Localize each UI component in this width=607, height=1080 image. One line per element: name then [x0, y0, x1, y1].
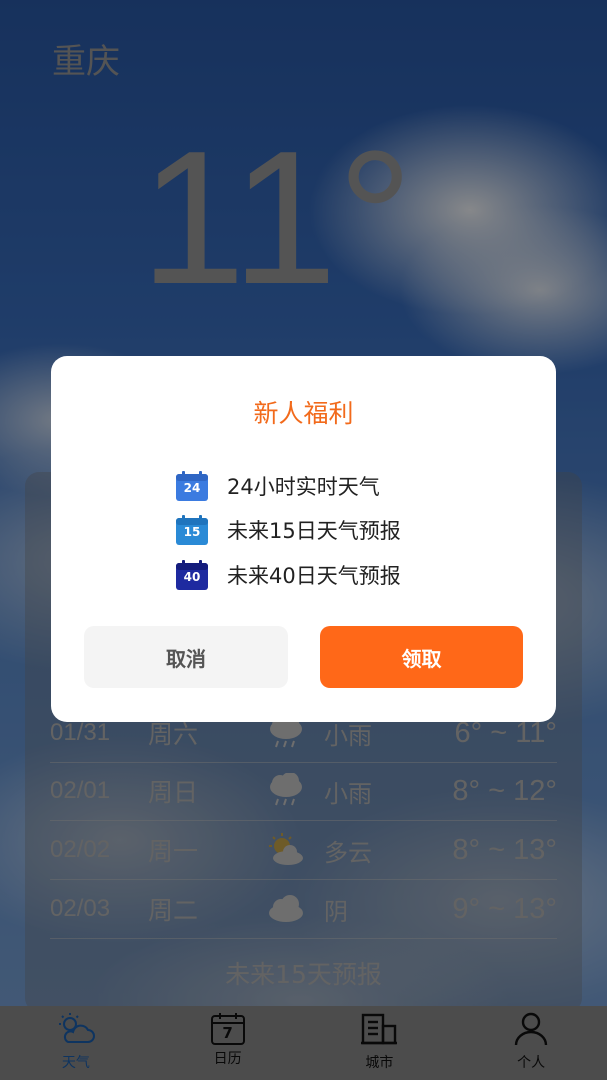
calendar-badge-icon: 40: [175, 559, 209, 591]
calendar-badge-icon: 15: [175, 514, 209, 546]
badge-number: 40: [183, 570, 201, 584]
badge-number: 15: [183, 525, 201, 539]
feature-item: 24 24小时实时天气: [175, 470, 380, 502]
dialog-title: 新人福利: [253, 399, 354, 428]
feature-text: 未来15日天气预报: [227, 519, 401, 543]
cancel-button[interactable]: 取消: [84, 626, 288, 688]
feature-item: 15 未来15日天气预报: [175, 514, 401, 546]
feature-text: 未来40日天气预报: [227, 564, 401, 588]
claim-button[interactable]: 领取: [320, 626, 523, 688]
feature-item: 40 未来40日天气预报: [175, 559, 401, 591]
feature-text: 24小时实时天气: [227, 475, 380, 499]
calendar-badge-icon: 24: [175, 470, 209, 502]
badge-number: 24: [183, 481, 201, 495]
welcome-bonus-dialog: 新人福利 24 24小时实时天气 15 未来15日天气预报 40 未来40日天气…: [51, 356, 556, 722]
